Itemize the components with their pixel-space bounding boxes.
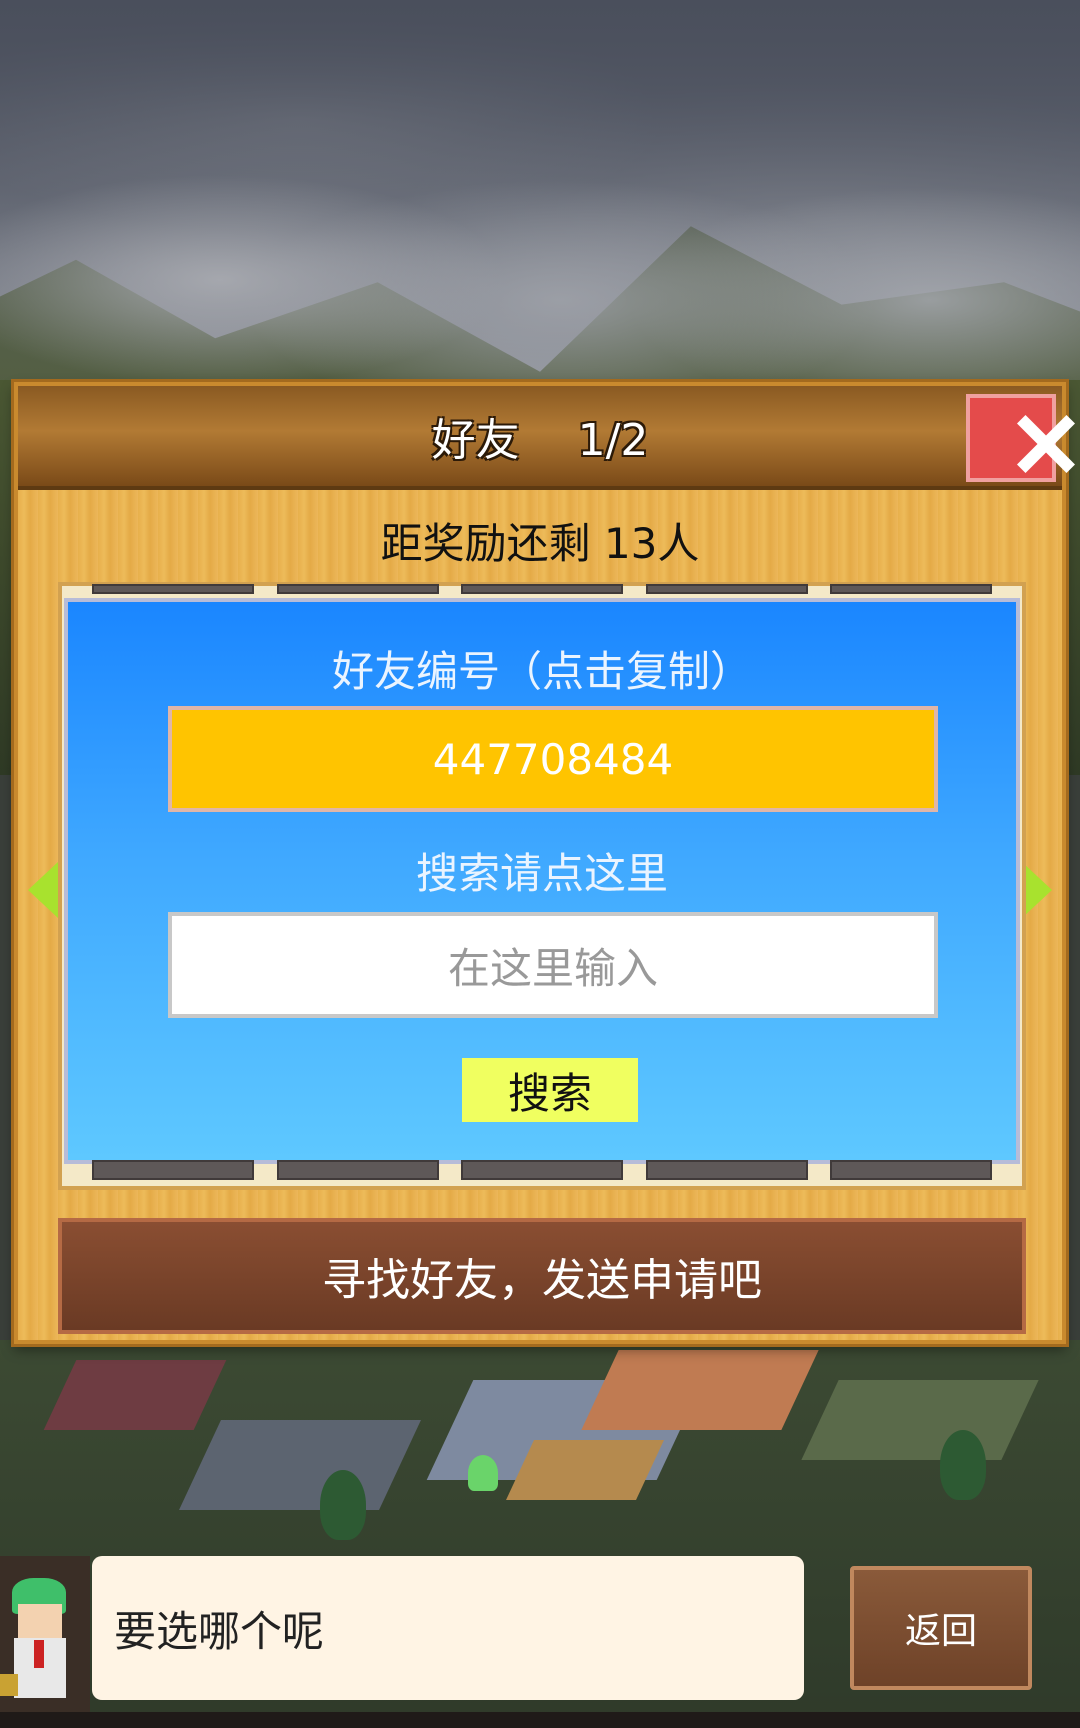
search-button[interactable]: 搜索: [462, 1058, 638, 1122]
tree: [320, 1470, 366, 1540]
bottom-strip: [0, 1712, 1080, 1728]
friend-slot: [830, 1160, 992, 1180]
speech-text: 要选哪个呢: [114, 1606, 325, 1656]
friends-dialog: 好友 1/2 距奖励还剩 13人 好友编号（点击复制） 447708484 搜索…: [14, 382, 1075, 1344]
friend-slot: [92, 1160, 254, 1180]
advisor-speech-bubble: 要选哪个呢: [92, 1556, 804, 1700]
friend-slot: [645, 584, 808, 594]
friend-slot: [461, 1160, 623, 1180]
search-label: 搜索请点这里: [415, 849, 668, 898]
dialog-header: 好友 1/2: [18, 386, 1075, 490]
friend-search-panel: 好友编号（点击复制） 447708484 搜索请点这里 在这里输入 搜索: [64, 598, 1020, 1164]
friend-slot: [276, 584, 439, 594]
friend-id-label: 好友编号（点击复制）: [331, 647, 752, 696]
reward-remaining-text: 距奖励还剩 13人: [380, 519, 700, 568]
friend-slot: [276, 1160, 439, 1180]
friend-slots-bottom: [92, 1160, 992, 1180]
town-building: [179, 1420, 421, 1510]
town-building: [581, 1350, 819, 1430]
fog: [0, 0, 1080, 380]
friend-slots-frame: 好友编号（点击复制） 447708484 搜索请点这里 在这里输入 搜索: [58, 582, 1026, 1190]
dialog-title: 好友 1/2: [431, 415, 649, 466]
town-building: [801, 1380, 1039, 1460]
close-button[interactable]: [966, 394, 1075, 482]
town-character: [468, 1455, 498, 1491]
back-button[interactable]: 返回: [850, 1566, 1032, 1690]
friend-slot: [645, 1160, 808, 1180]
friend-slot: [92, 584, 254, 594]
friend-slots-top: [92, 584, 992, 594]
friend-id-copy-button[interactable]: 447708484: [168, 706, 938, 812]
tree: [940, 1430, 986, 1500]
search-input[interactable]: 在这里输入: [168, 912, 938, 1018]
friend-slot: [830, 584, 992, 594]
advisor-avatar: [0, 1556, 90, 1728]
arrow-left-icon[interactable]: [28, 862, 58, 918]
arrow-right-icon[interactable]: [1022, 862, 1052, 918]
friend-slot: [461, 584, 623, 594]
find-friends-button[interactable]: 寻找好友，发送申请吧: [58, 1218, 1026, 1334]
